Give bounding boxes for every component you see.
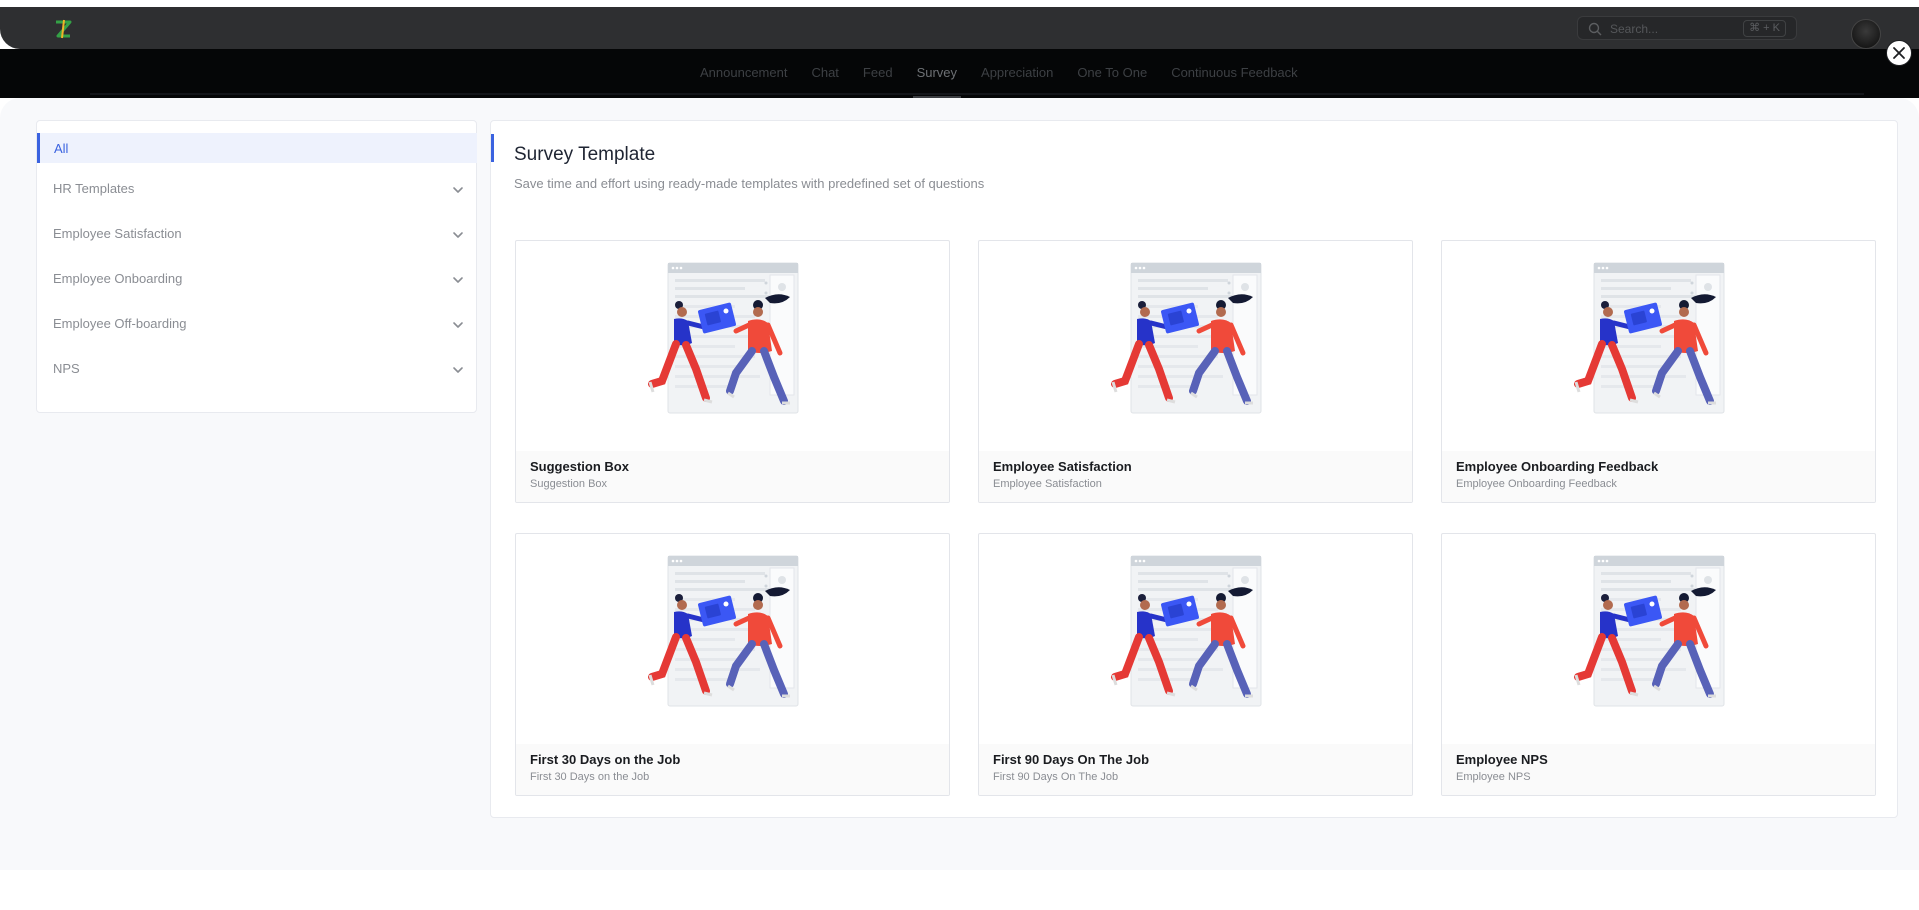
category-label: HR Templates	[53, 181, 135, 196]
template-name: First 90 Days On The Job	[993, 752, 1150, 767]
template-info: First 90 Days On The Job First 90 Days On…	[979, 744, 1412, 795]
nav-tab-announcement[interactable]: Announcement	[700, 49, 787, 98]
category-item[interactable]: Employee Onboarding	[37, 263, 477, 293]
template-category-sidebar: All HR Templates Employee Satisfaction Emp…	[36, 120, 477, 413]
nav-tab-feed[interactable]: Feed	[863, 49, 893, 98]
category-item[interactable]: NPS	[37, 353, 477, 383]
template-card[interactable]: Employee Satisfaction Employee Satisfacti…	[978, 240, 1413, 503]
global-search-input[interactable]: Search... ⌘ + K	[1577, 16, 1797, 40]
template-thumbnail	[1442, 241, 1875, 451]
category-label: NPS	[53, 361, 80, 376]
survey-illustration	[1110, 262, 1261, 414]
category-all[interactable]: All	[37, 133, 477, 163]
nav-tab-appreciation[interactable]: Appreciation	[981, 49, 1053, 98]
title-accent-bar	[491, 134, 494, 162]
survey-illustration	[647, 262, 798, 414]
survey-illustration	[1110, 555, 1261, 707]
template-info: Employee NPS Employee NPS	[1442, 744, 1875, 795]
template-name: Employee NPS	[1456, 752, 1548, 767]
category-label: Employee Onboarding	[53, 271, 183, 286]
chevron-down-icon[interactable]	[451, 318, 465, 332]
template-card[interactable]: Suggestion Box Suggestion Box	[515, 240, 950, 503]
template-panel: Survey Template Save time and effort usi…	[490, 120, 1898, 818]
page-subtitle: Save time and effort using ready-made te…	[514, 176, 985, 191]
nav-tab-continuous-feedback[interactable]: Continuous Feedback	[1171, 49, 1297, 98]
category-label: Employee Satisfaction	[53, 226, 182, 241]
nav-tab-chat[interactable]: Chat	[811, 49, 838, 98]
category-item[interactable]: Employee Off-boarding	[37, 308, 477, 338]
template-description: First 30 Days on the Job	[530, 771, 650, 783]
top-strip	[0, 0, 1919, 7]
modal-bottom-area	[0, 870, 1919, 910]
search-icon	[1588, 22, 1602, 36]
template-card[interactable]: Employee NPS Employee NPS	[1441, 533, 1876, 796]
template-thumbnail	[979, 241, 1412, 451]
template-info: First 30 Days on the Job First 30 Days on…	[516, 744, 949, 795]
chevron-down-icon[interactable]	[451, 228, 465, 242]
survey-illustration	[1573, 262, 1724, 414]
template-description: Employee Satisfaction	[993, 478, 1102, 490]
template-description: Employee Onboarding Feedback	[1456, 478, 1617, 490]
page-title: Survey Template	[514, 144, 656, 165]
close-icon	[1893, 47, 1905, 59]
chevron-down-icon[interactable]	[451, 273, 465, 287]
app-logo[interactable]	[52, 18, 74, 40]
chevron-down-icon[interactable]	[451, 183, 465, 197]
template-description: Suggestion Box	[530, 478, 608, 490]
search-shortcut: ⌘ + K	[1743, 20, 1786, 37]
template-name: Employee Satisfaction	[993, 459, 1132, 474]
template-description: Employee NPS	[1456, 771, 1531, 783]
template-info: Employee Satisfaction Employee Satisfacti…	[979, 451, 1412, 502]
nav-tab-one-to-one[interactable]: One To One	[1077, 49, 1147, 98]
template-thumbnail	[516, 241, 949, 451]
module-tabs: Announcement Chat Feed Survey Appreciation On…	[700, 49, 1298, 98]
template-card[interactable]: Employee Onboarding Feedback Employee Onb…	[1441, 240, 1876, 503]
template-card[interactable]: First 30 Days on the Job First 30 Days on…	[515, 533, 950, 796]
template-thumbnail	[516, 534, 949, 744]
template-name: First 30 Days on the Job	[530, 752, 681, 767]
template-name: Employee Onboarding Feedback	[1456, 459, 1659, 474]
template-info: Suggestion Box Suggestion Box	[516, 451, 949, 502]
survey-illustration	[1573, 555, 1724, 707]
template-description: First 90 Days On The Job	[993, 771, 1119, 783]
category-all-label: All	[54, 141, 69, 156]
search-placeholder: Search...	[1610, 22, 1659, 36]
user-avatar[interactable]	[1851, 19, 1881, 49]
survey-illustration	[647, 555, 798, 707]
app-header: Search... ⌘ + K	[0, 7, 1919, 49]
chevron-down-icon[interactable]	[451, 363, 465, 377]
category-item[interactable]: Employee Satisfaction	[37, 218, 477, 248]
category-label: Employee Off-boarding	[53, 316, 187, 331]
template-thumbnail	[1442, 534, 1875, 744]
close-modal-button[interactable]	[1886, 40, 1912, 66]
template-thumbnail	[979, 534, 1412, 744]
template-card[interactable]: First 90 Days On The Job First 90 Days On…	[978, 533, 1413, 796]
category-item[interactable]: HR Templates	[37, 173, 477, 203]
template-name: Suggestion Box	[530, 459, 629, 474]
template-info: Employee Onboarding Feedback Employee Onb…	[1442, 451, 1875, 502]
module-nav: Announcement Chat Feed Survey Appreciation On…	[0, 49, 1919, 98]
nav-divider	[90, 93, 1864, 95]
nav-tab-survey[interactable]: Survey	[912, 49, 962, 98]
